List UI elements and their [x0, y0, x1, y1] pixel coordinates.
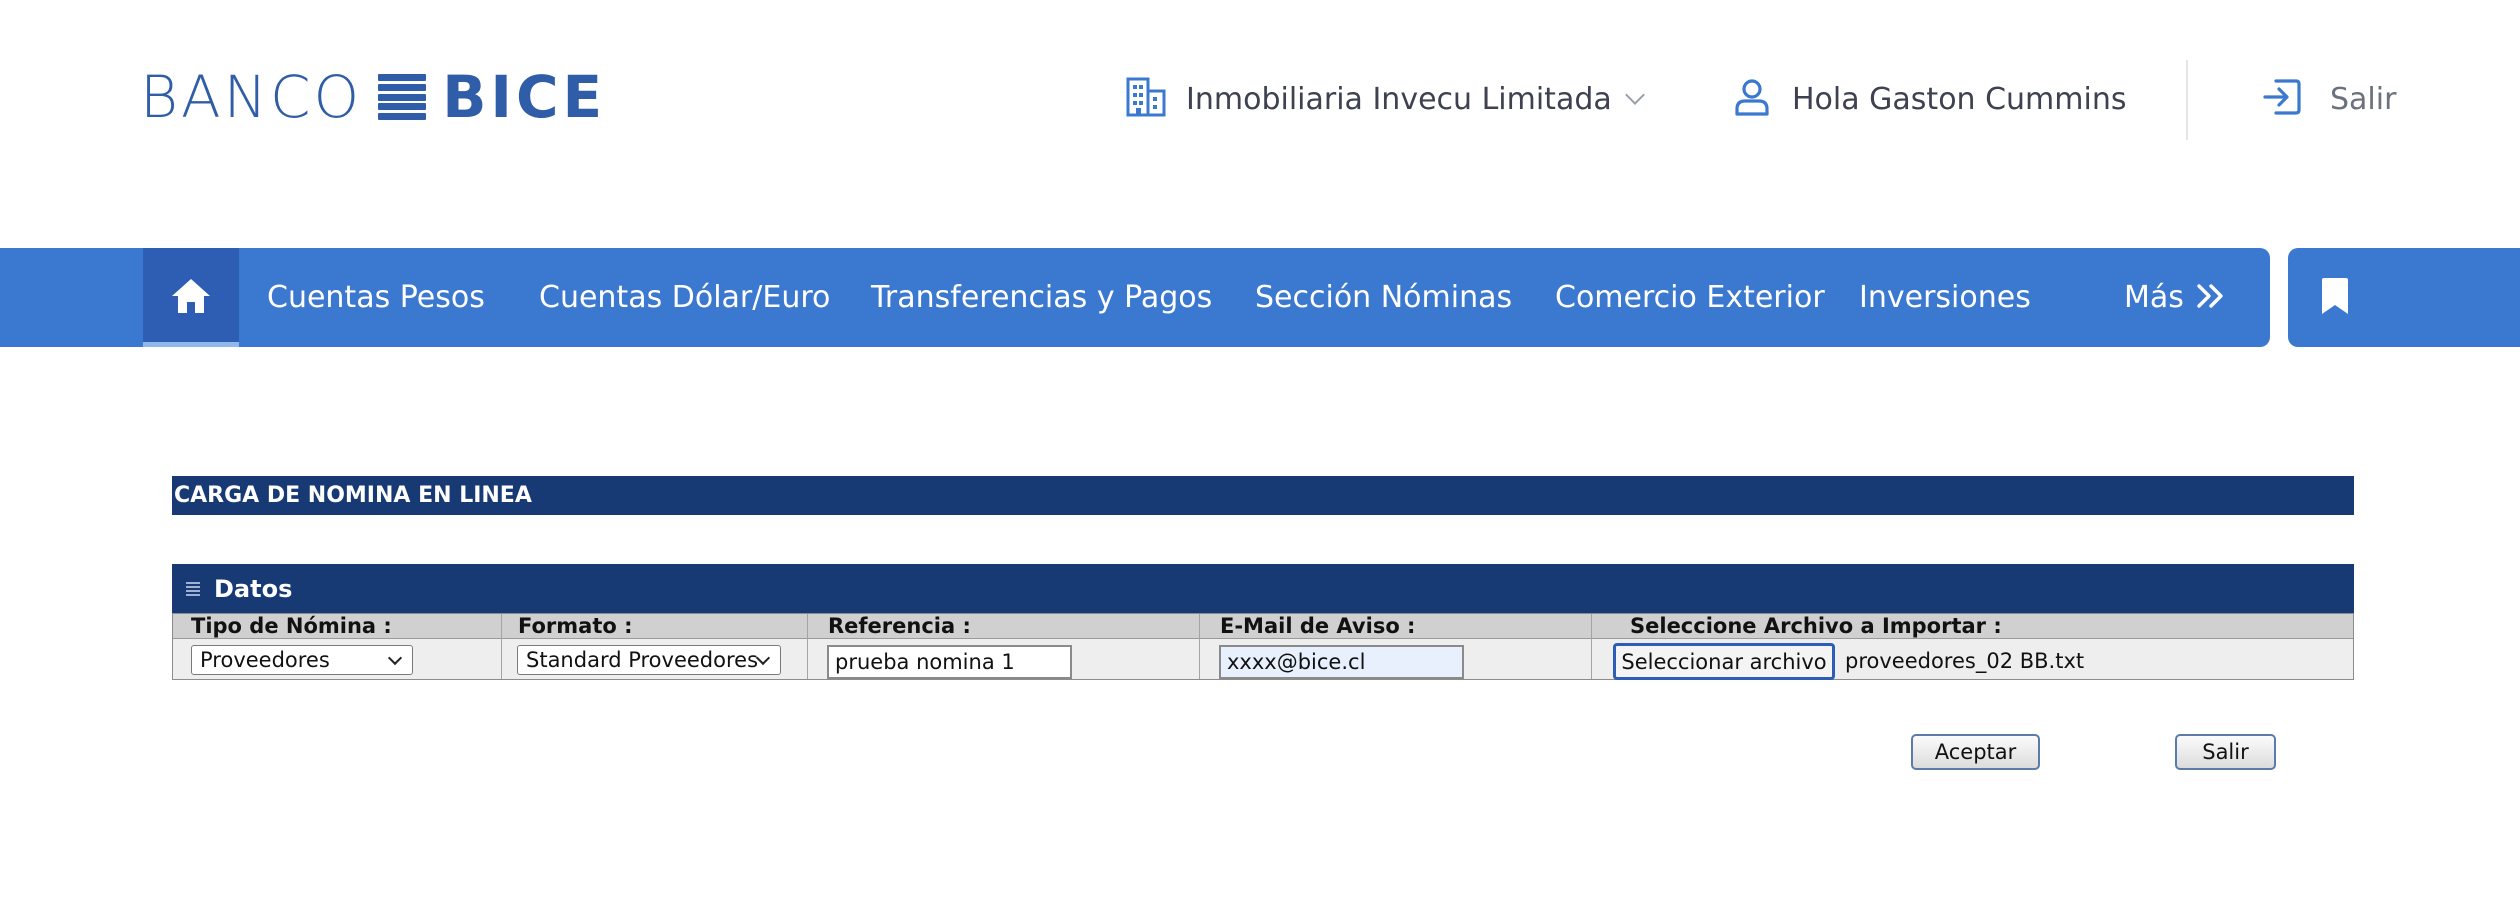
main-nav: Cuentas Pesos Cuentas Dólar/Euro Transfe…: [0, 248, 2270, 347]
referencia-input[interactable]: [827, 645, 1072, 679]
formato-value: Standard Proveedores: [526, 648, 759, 672]
header-email-aviso: E-Mail de Aviso :: [1220, 614, 1416, 638]
header-formato: Formato :: [518, 614, 633, 638]
header-divider: [2186, 60, 2188, 140]
nav-item-seccion-nominas[interactable]: Sección Nóminas: [1255, 248, 1512, 347]
column-divider: [1591, 614, 1592, 679]
header-referencia: Referencia :: [828, 614, 971, 638]
nav-item-cuentas-pesos[interactable]: Cuentas Pesos: [267, 248, 485, 347]
logout-label: Salir: [2330, 81, 2397, 117]
home-icon: [171, 277, 211, 319]
tipo-nomina-value: Proveedores: [200, 648, 330, 672]
select-file-button[interactable]: Seleccionar archivo: [1613, 643, 1835, 680]
section-header-datos: Datos: [172, 564, 2354, 613]
chevron-down-icon: [1624, 85, 1645, 105]
formato-select[interactable]: Standard Proveedores: [517, 645, 781, 675]
datos-table: Tipo de Nómina : Formato : Referencia : …: [172, 613, 2354, 680]
logo-mark-icon: [378, 74, 427, 120]
logo-text-bice: BICE: [442, 63, 607, 131]
user-greeting: Hola Gaston Cummins: [1734, 76, 2126, 122]
nav-item-inversiones[interactable]: Inversiones: [1859, 248, 2031, 347]
chevron-down-icon: [755, 650, 771, 666]
nav-more-label: Más: [2124, 280, 2184, 315]
company-name: Inmobiliaria Invecu Limitada: [1186, 81, 1612, 117]
greeting-text: Hola Gaston Cummins: [1792, 81, 2127, 117]
menu-lines-icon: [186, 581, 200, 596]
selected-file-name: proveedores_02 BB.txt: [1845, 649, 2085, 673]
header-seleccione-archivo: Seleccione Archivo a Importar :: [1630, 614, 2002, 638]
column-divider: [807, 614, 808, 679]
nav-item-comercio-exterior[interactable]: Comercio Exterior: [1555, 248, 1825, 347]
column-divider: [501, 614, 502, 679]
header-tipo-nomina: Tipo de Nómina :: [191, 614, 392, 638]
table-header-row: Tipo de Nómina : Formato : Referencia : …: [173, 614, 2353, 639]
exit-button[interactable]: Salir: [2175, 734, 2276, 770]
header: BANCO BICE Inmobiliaria Invecu Limitada: [0, 0, 2520, 200]
nav-item-cuentas-dolar-euro[interactable]: Cuentas Dólar/Euro: [539, 248, 830, 347]
bookmark-button[interactable]: [2288, 248, 2520, 347]
nav-item-transferencias-pagos[interactable]: Transferencias y Pagos: [871, 248, 1212, 347]
accept-button[interactable]: Aceptar: [1911, 734, 2040, 770]
nav-home[interactable]: [143, 248, 239, 347]
nav-more-button[interactable]: Más: [2124, 248, 2226, 347]
double-chevron-right-icon: [2184, 283, 2226, 313]
bookmark-icon: [2320, 277, 2350, 319]
column-divider: [1199, 614, 1200, 679]
chevron-down-icon: [387, 650, 403, 666]
logout-button[interactable]: Salir: [2262, 76, 2396, 122]
logo-text-banco: BANCO: [140, 63, 363, 131]
logout-icon: [2262, 77, 2302, 121]
page-title: CARGA DE NOMINA EN LINEA: [172, 476, 2354, 515]
user-icon: [1734, 78, 1770, 120]
building-icon: [1126, 77, 1166, 121]
tipo-nomina-select[interactable]: Proveedores: [191, 645, 413, 675]
email-field[interactable]: [1219, 645, 1464, 679]
section-title: Datos: [214, 574, 293, 603]
bank-logo[interactable]: BANCO BICE: [140, 66, 606, 128]
company-selector[interactable]: Inmobiliaria Invecu Limitada: [1126, 76, 1645, 122]
